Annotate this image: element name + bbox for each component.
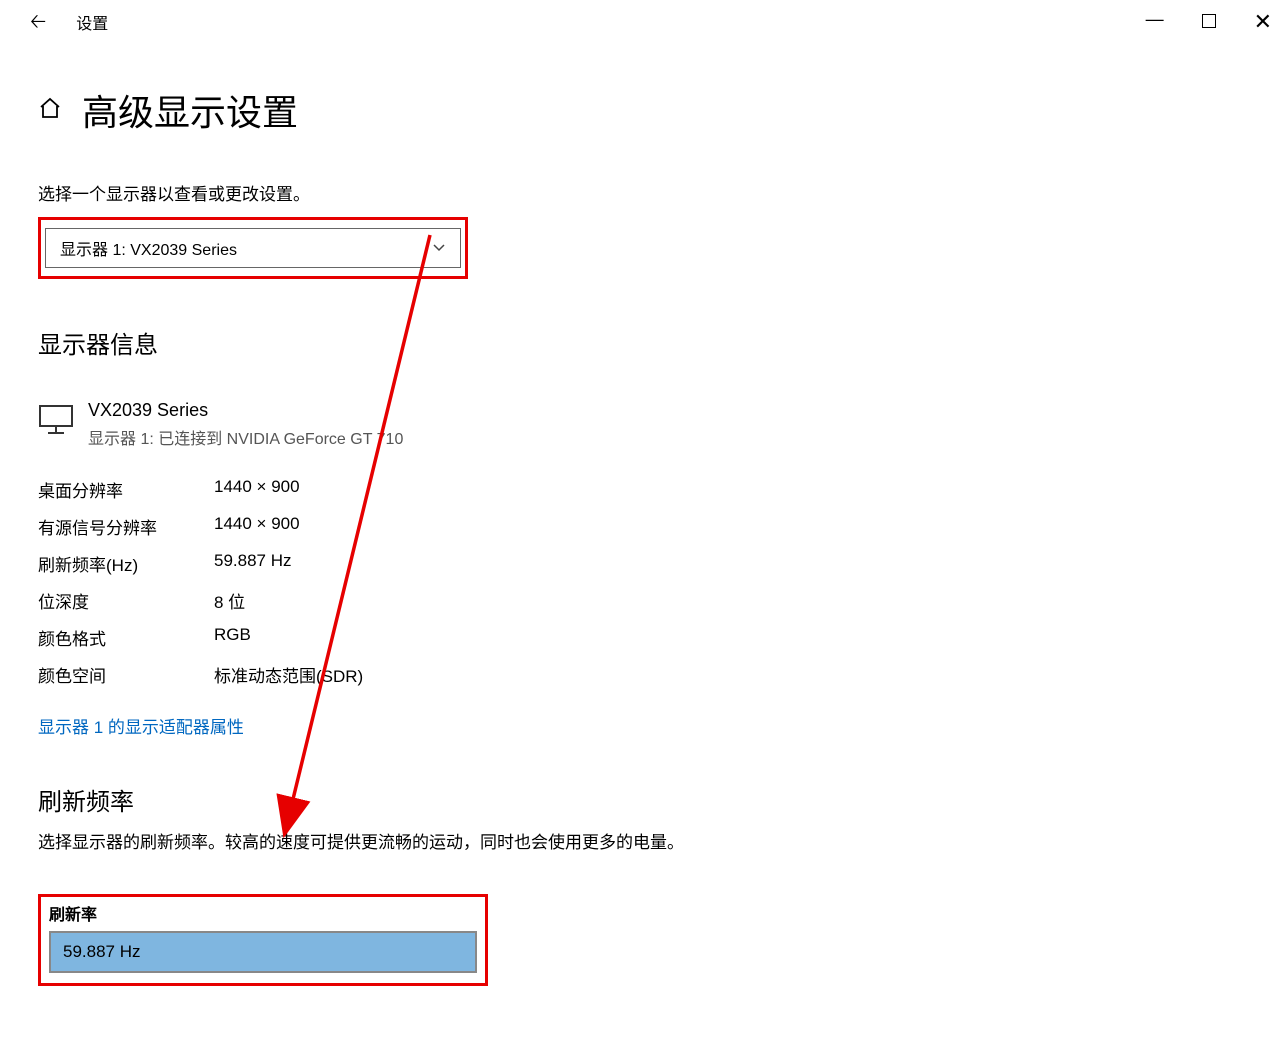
monitor-header-text: VX2039 Series 显示器 1: 已连接到 NVIDIA GeForce… [88, 400, 403, 449]
adapter-properties-link[interactable]: 显示器 1 的显示适配器属性 [38, 709, 244, 742]
info-value: 1440 × 900 [214, 477, 300, 502]
info-row: 颜色格式 RGB [38, 619, 1280, 656]
monitor-header-row: VX2039 Series 显示器 1: 已连接到 NVIDIA GeForce… [38, 400, 1280, 449]
info-row: 有源信号分辨率 1440 × 900 [38, 508, 1280, 545]
monitor-info-title: 显示器信息 [38, 325, 1280, 360]
info-row: 桌面分辨率 1440 × 900 [38, 471, 1280, 508]
info-value: 标准动态范围(SDR) [214, 662, 363, 687]
monitor-dropdown[interactable]: 显示器 1: VX2039 Series [45, 228, 461, 268]
info-value: 59.887 Hz [214, 551, 292, 576]
select-monitor-desc: 选择一个显示器以查看或更改设置。 [38, 180, 1280, 205]
info-table: 桌面分辨率 1440 × 900 有源信号分辨率 1440 × 900 刷新频率… [38, 471, 1280, 693]
monitor-name: VX2039 Series [88, 400, 403, 421]
info-label: 颜色格式 [38, 625, 214, 650]
info-label: 有源信号分辨率 [38, 514, 214, 539]
monitor-icon [38, 404, 74, 441]
window-controls: — ✕ [1146, 11, 1272, 33]
monitor-dropdown-highlight: 显示器 1: VX2039 Series [38, 217, 468, 279]
chevron-down-icon [432, 240, 446, 256]
info-label: 刷新频率(Hz) [38, 551, 214, 576]
info-label: 桌面分辨率 [38, 477, 214, 502]
info-row: 刷新频率(Hz) 59.887 Hz [38, 545, 1280, 582]
minimize-button[interactable]: — [1146, 10, 1164, 28]
titlebar: 🡠 设置 — ✕ [0, 0, 1280, 44]
info-value: 8 位 [214, 588, 245, 613]
back-icon[interactable]: 🡠 [30, 12, 46, 32]
monitor-dropdown-label: 显示器 1: VX2039 Series [60, 236, 237, 260]
monitor-sub: 显示器 1: 已连接到 NVIDIA GeForce GT 710 [88, 425, 403, 449]
titlebar-title: 设置 [76, 10, 108, 34]
content: 高级显示设置 选择一个显示器以查看或更改设置。 显示器 1: VX2039 Se… [0, 44, 1280, 986]
page-title: 高级显示设置 [82, 84, 298, 136]
refresh-rate-highlight: 刷新率 59.887 Hz [38, 894, 488, 986]
refresh-rate-label: 刷新率 [49, 901, 477, 925]
close-button[interactable]: ✕ [1254, 11, 1272, 33]
info-label: 颜色空间 [38, 662, 214, 687]
info-label: 位深度 [38, 588, 214, 613]
refresh-rate-value: 59.887 Hz [63, 942, 141, 962]
info-value: RGB [214, 625, 251, 650]
info-value: 1440 × 900 [214, 514, 300, 539]
info-row: 位深度 8 位 [38, 582, 1280, 619]
refresh-rate-dropdown[interactable]: 59.887 Hz [49, 931, 477, 973]
page-header: 高级显示设置 [38, 84, 1280, 136]
info-row: 颜色空间 标准动态范围(SDR) [38, 656, 1280, 693]
home-icon[interactable] [38, 96, 62, 124]
titlebar-left: 🡠 设置 [30, 10, 108, 34]
maximize-button[interactable] [1202, 13, 1216, 31]
refresh-desc: 选择显示器的刷新频率。较高的速度可提供更流畅的运动，同时也会使用更多的电量。 [38, 829, 698, 858]
refresh-section-title: 刷新频率 [38, 782, 1280, 817]
